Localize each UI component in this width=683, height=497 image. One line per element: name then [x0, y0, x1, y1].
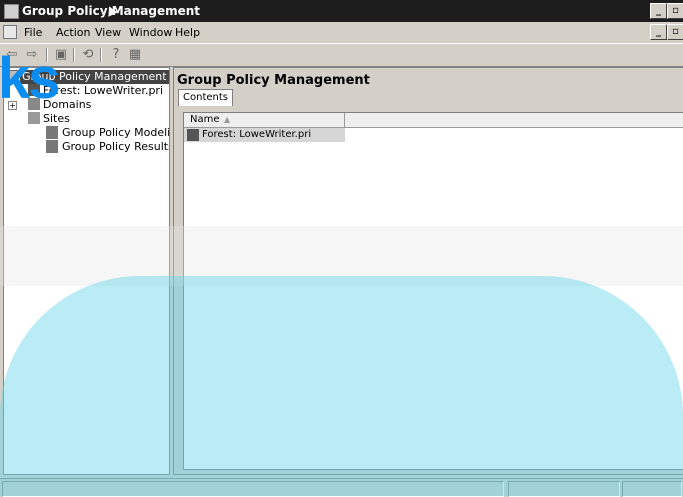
- list-item-label: Forest: LoweWriter.pri: [202, 129, 312, 140]
- mdi-restore-button[interactable]: ▫: [667, 24, 683, 40]
- toolbar-separator: [100, 48, 102, 62]
- menu-help[interactable]: Help: [175, 26, 200, 39]
- column-header-name[interactable]: Name ▲: [184, 113, 345, 127]
- modeling-icon: [46, 126, 58, 139]
- status-cell: [622, 481, 682, 497]
- tree-item-modeling[interactable]: Group Policy Modeling: [4, 126, 169, 140]
- details-pane: Group Policy Management Contents Name ▲ …: [173, 67, 683, 475]
- status-bar: [0, 478, 683, 497]
- menu-action[interactable]: Action: [56, 26, 90, 39]
- status-cell: [508, 481, 620, 497]
- menu-bar: File Action View Window Help _ ▫: [0, 22, 683, 42]
- properties-icon[interactable]: ▦: [127, 47, 143, 62]
- tree-item-results[interactable]: Group Policy Results: [4, 140, 169, 154]
- forest-icon: [187, 129, 199, 141]
- mdi-minimize-button[interactable]: _: [650, 24, 667, 40]
- maximize-button[interactable]: ▫: [667, 3, 683, 19]
- console-tree: Group Policy Management Forest: LoweWrit…: [3, 67, 170, 475]
- menu-window[interactable]: Window: [129, 26, 172, 39]
- document-icon: [3, 25, 17, 39]
- toolbar: ⇦ ⇨ ▣ ⟲ ? ▦: [0, 43, 683, 67]
- list-header: Name ▲: [184, 113, 683, 128]
- tab-contents[interactable]: Contents: [178, 89, 233, 106]
- list-item[interactable]: Forest: LoweWriter.pri: [184, 128, 345, 142]
- help-icon[interactable]: ?: [108, 47, 124, 62]
- tree-item-label: Group Policy Results: [62, 140, 170, 153]
- tree-item-label: Sites: [43, 112, 70, 125]
- minimize-button[interactable]: _: [650, 3, 667, 19]
- title-bar: Group Policy Management _ ▫: [0, 0, 683, 22]
- status-cell: [2, 481, 504, 497]
- toolbar-separator: [73, 48, 75, 62]
- tree-item-label: Forest: LoweWriter.pri: [43, 84, 164, 97]
- tree-item-sites[interactable]: Sites: [4, 112, 164, 126]
- sort-ascending-icon: ▲: [224, 115, 231, 124]
- contents-list: Name ▲ Forest: LoweWriter.pri: [183, 112, 683, 470]
- menu-file[interactable]: File: [24, 26, 42, 39]
- menu-view[interactable]: View: [95, 26, 121, 39]
- tree-item-label: Group Policy Modeling: [62, 126, 170, 139]
- results-icon: [46, 140, 58, 153]
- sites-icon: [28, 112, 40, 124]
- pane-title: Group Policy Management: [177, 73, 370, 88]
- refresh-icon[interactable]: ⟲: [80, 47, 96, 62]
- app-icon: [4, 4, 19, 19]
- column-header-label: Name: [190, 114, 220, 125]
- watermark-logo: ks: [0, 46, 60, 111]
